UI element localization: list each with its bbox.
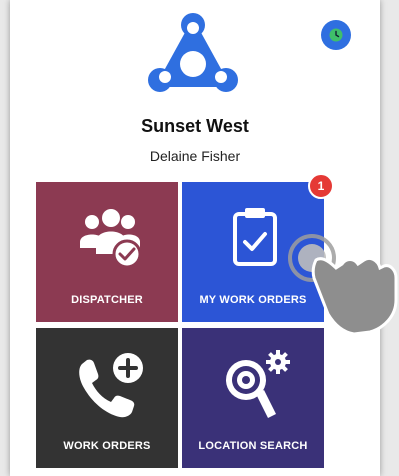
tap-hand-icon xyxy=(288,234,398,336)
team-check-icon xyxy=(80,209,142,269)
location-title: Sunset West xyxy=(141,116,249,136)
tile-label: LOCATION SEARCH xyxy=(198,440,308,452)
phone-add-icon xyxy=(79,353,143,418)
clock-icon xyxy=(329,28,343,42)
app-logo xyxy=(148,13,238,92)
status-indicator[interactable] xyxy=(321,20,351,50)
tile-work-orders[interactable]: WORK ORDERS xyxy=(36,328,178,468)
gear-search-icon xyxy=(226,350,290,418)
notification-badge: 1 xyxy=(308,173,334,199)
tile-location-search[interactable]: LOCATION SEARCH xyxy=(182,328,324,468)
clipboard-check-icon xyxy=(233,208,277,266)
user-name: Delaine Fisher xyxy=(149,148,241,164)
tile-label: WORK ORDERS xyxy=(63,440,151,452)
tile-dispatcher[interactable]: DISPATCHER xyxy=(36,182,178,322)
tile-label: DISPATCHER xyxy=(71,294,143,306)
